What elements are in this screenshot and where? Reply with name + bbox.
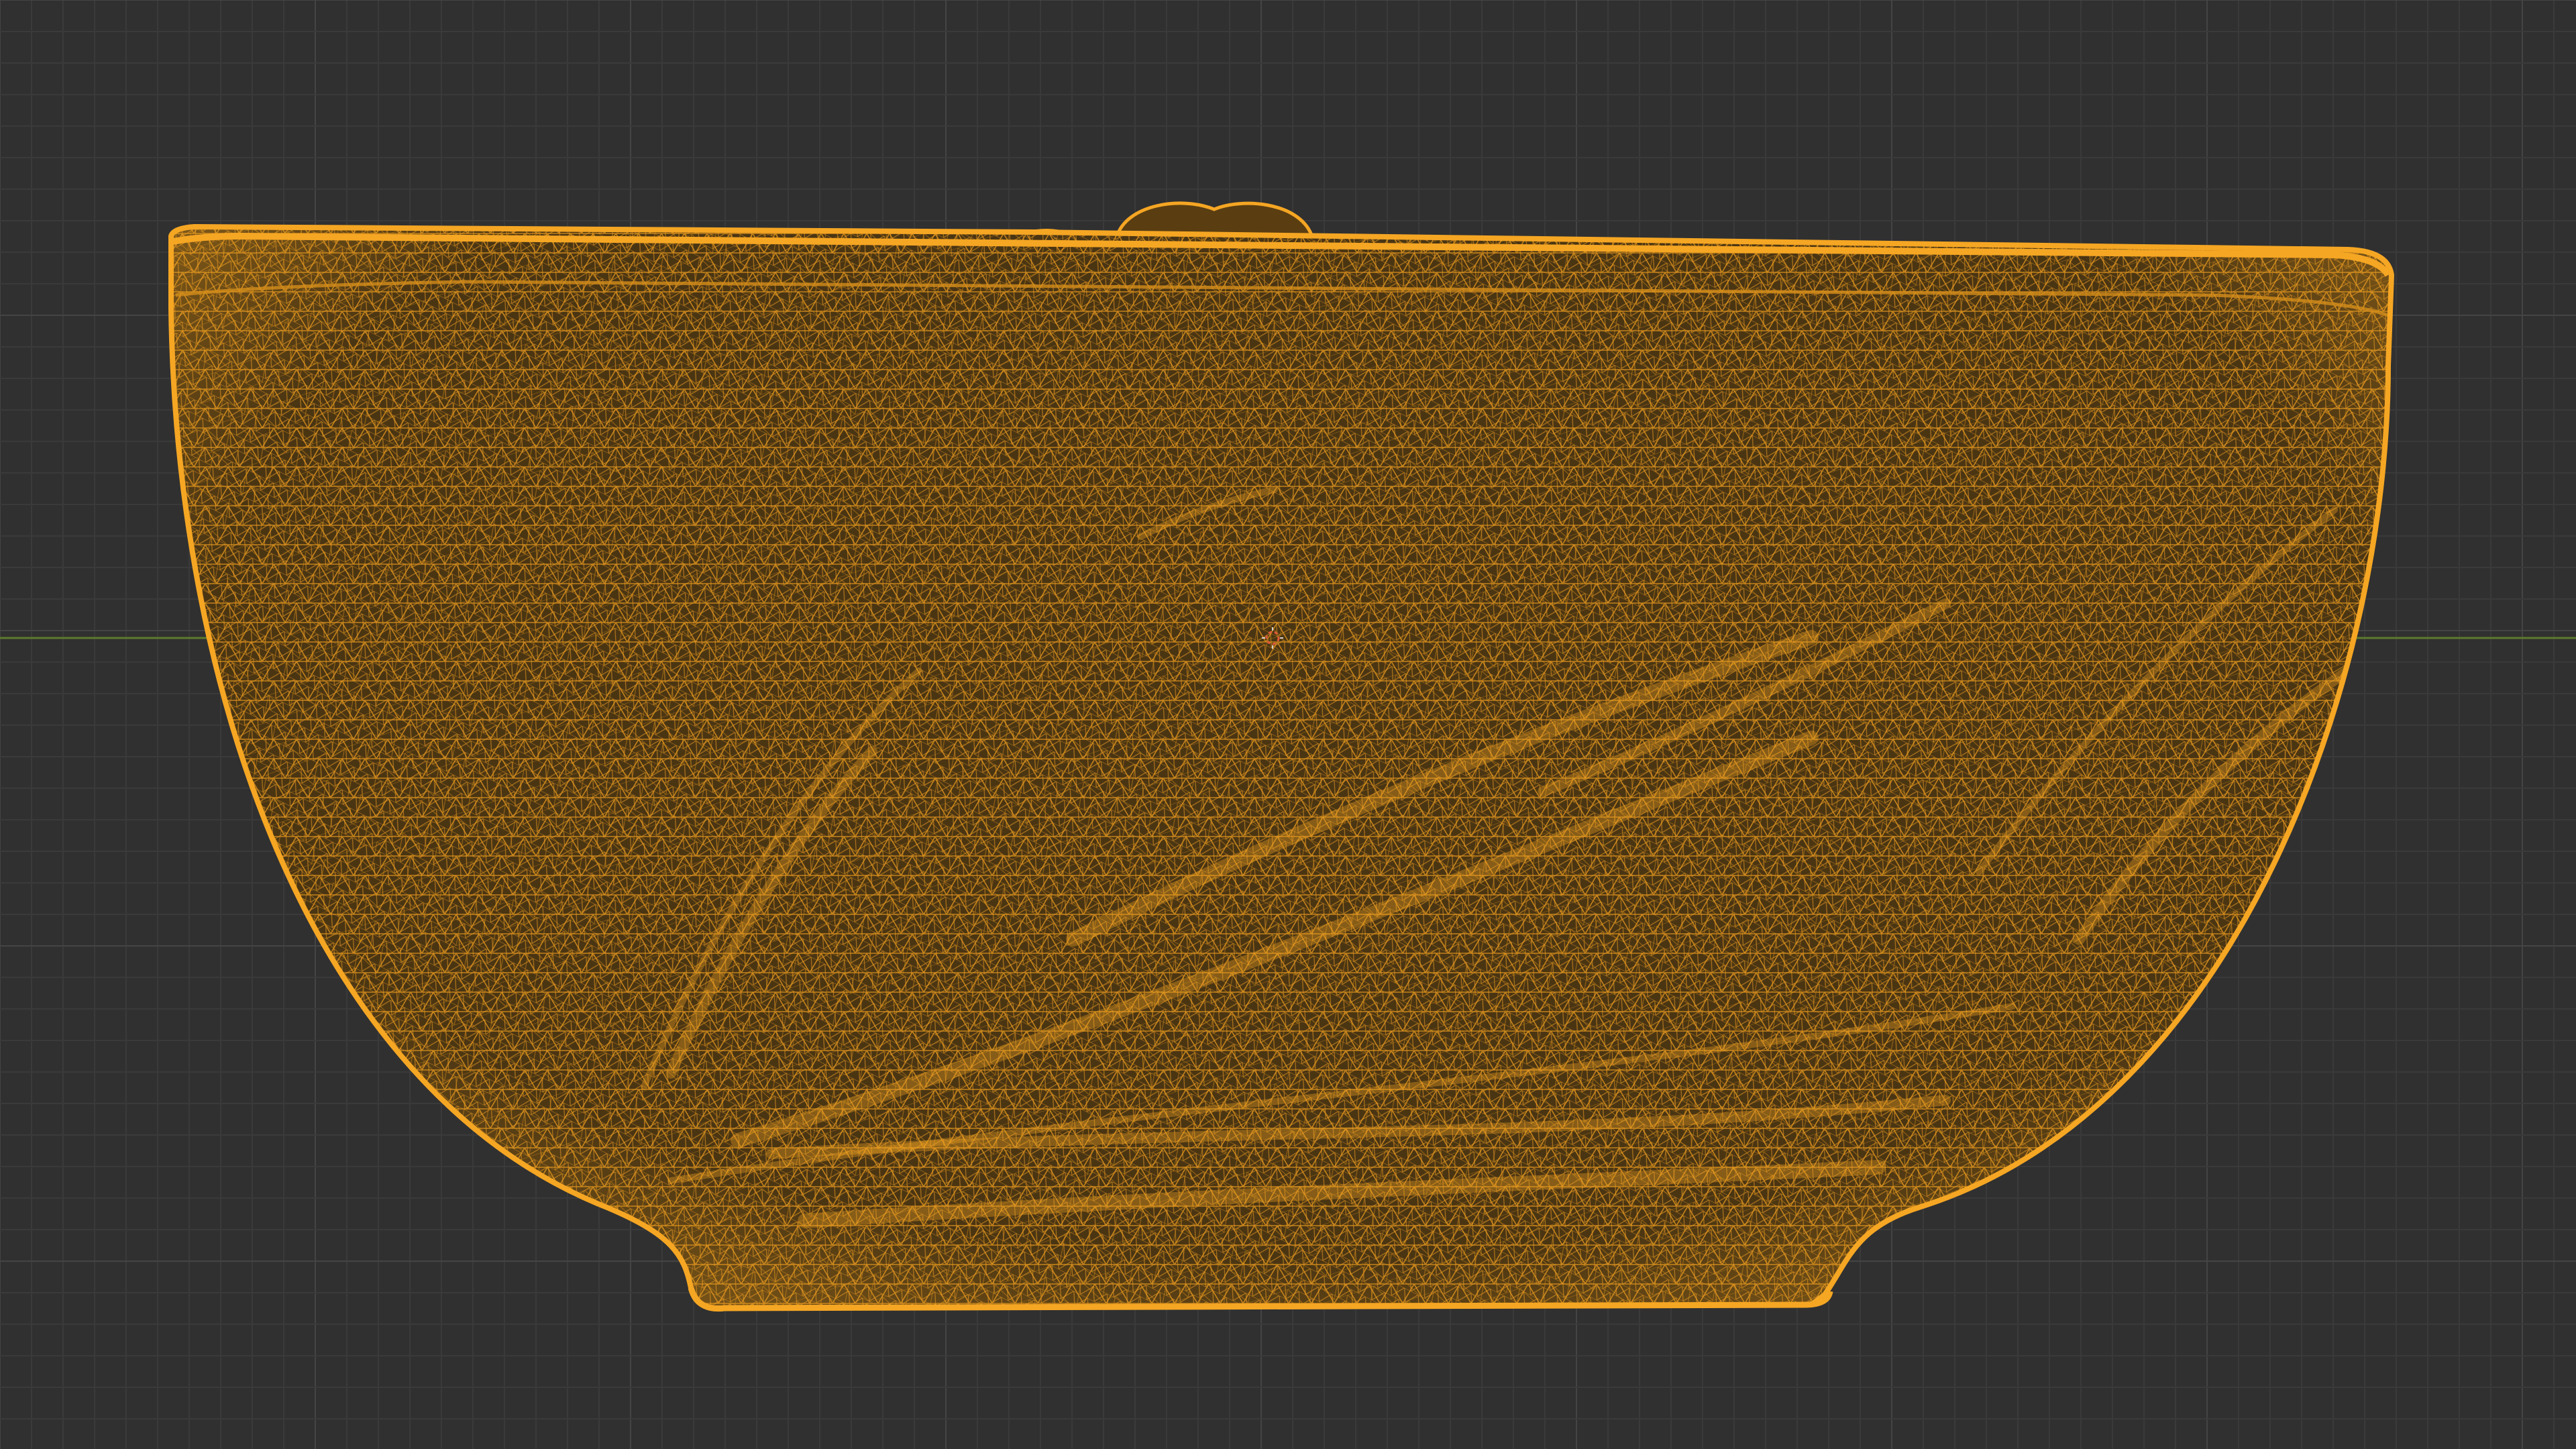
- wireframe-mesh[interactable]: [0, 0, 2576, 1449]
- 3d-viewport[interactable]: [0, 0, 2576, 1449]
